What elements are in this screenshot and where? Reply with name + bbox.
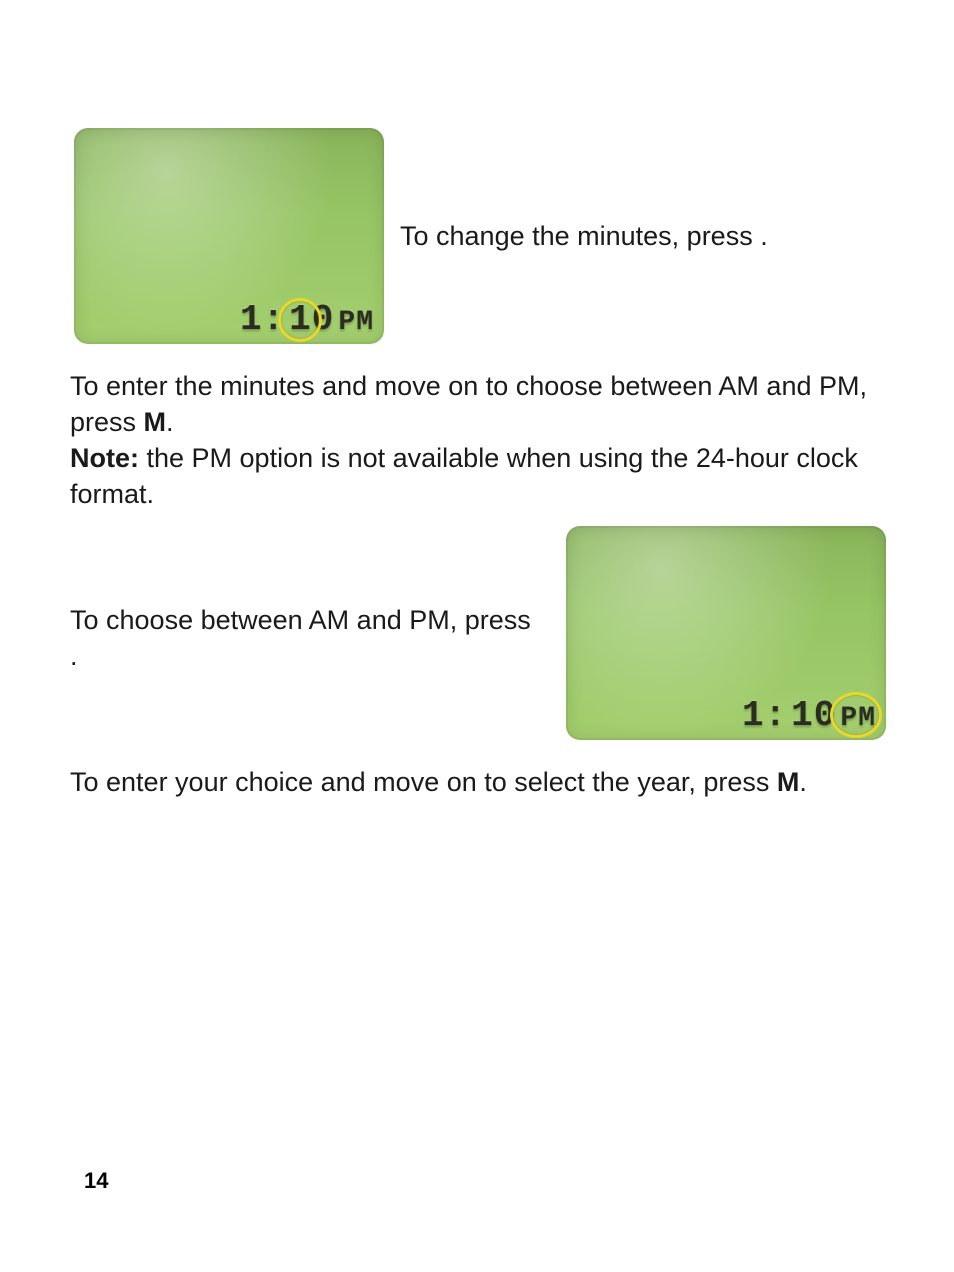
text-span: To enter your choice and move on to sele…: [70, 767, 777, 797]
note-label: Note:: [70, 443, 139, 473]
lcd-readout: 1: 10 PM: [742, 698, 876, 734]
lcd-hour: 1:: [742, 698, 787, 734]
text-span: .: [166, 407, 174, 437]
lcd-minutes: 10: [289, 302, 334, 338]
note-pm-unavailable: Note: the PM option is not available whe…: [70, 440, 890, 513]
lcd-readout: 1: 10 PM: [240, 302, 374, 338]
lcd-ampm: PM: [840, 705, 876, 733]
manual-page: 1: 10 PM To change the minutes, press . …: [0, 0, 954, 1272]
instruction-enter-minutes: To enter the minutes and move on to choo…: [70, 368, 890, 441]
lcd-hour: 1:: [240, 302, 285, 338]
text-span: .: [799, 767, 807, 797]
text-span: To choose between AM and PM, press: [70, 605, 531, 635]
text-span: To enter the minutes and move on to choo…: [70, 371, 867, 437]
lcd-screen-minutes: 1: 10 PM: [74, 128, 384, 344]
text-span: .: [760, 221, 768, 251]
text-span: the PM option is not available when usin…: [70, 443, 858, 509]
instruction-choose-ampm: To choose between AM and PM, press .: [70, 602, 540, 675]
text-span: .: [70, 641, 78, 671]
lcd-minutes: 10: [791, 698, 836, 734]
button-label-m: M: [777, 767, 800, 797]
lcd-screen-ampm: 1: 10 PM: [566, 526, 886, 740]
instruction-enter-ampm: To enter your choice and move on to sele…: [70, 764, 890, 800]
lcd-ampm: PM: [338, 309, 374, 337]
page-number: 14: [84, 1168, 108, 1194]
text-span: To change the minutes, press: [400, 221, 760, 251]
instruction-change-minutes: To change the minutes, press .: [400, 218, 890, 254]
button-label-m: M: [144, 407, 167, 437]
